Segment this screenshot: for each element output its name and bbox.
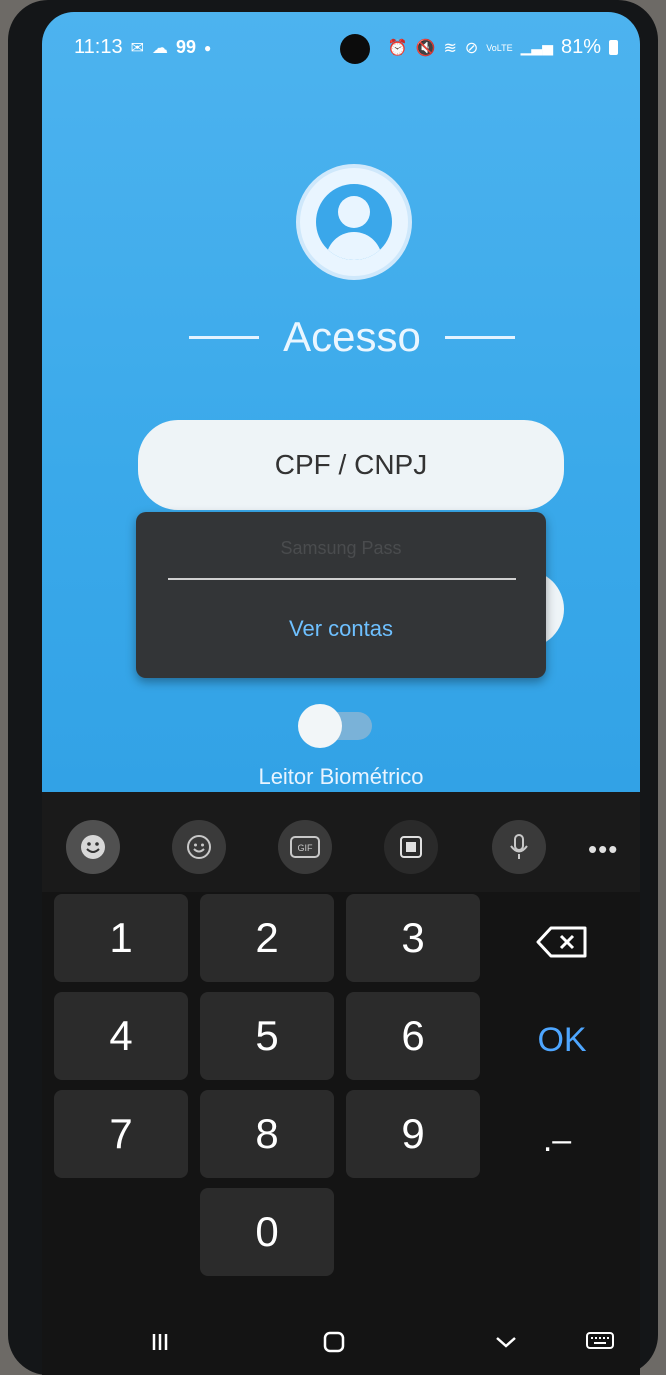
status-extra: 99 xyxy=(175,37,197,57)
keyboard-toolbar xyxy=(42,792,640,892)
key-2[interactable]: 2 xyxy=(200,894,334,982)
status-bar: 11:13 ✉ ☁ 99 ● ⏰ 🔇 ≋ ⊘ VoLTE ▁▃▅ 81% xyxy=(42,12,640,72)
battery-icon xyxy=(609,40,618,55)
key-7[interactable]: 7 xyxy=(54,1090,188,1178)
emoji-icon[interactable] xyxy=(66,820,120,874)
svg-text:GIF: GIF xyxy=(298,843,314,853)
suggestion-divider xyxy=(168,578,516,580)
screen: 11:13 ✉ ☁ 99 ● ⏰ 🔇 ≋ ⊘ VoLTE ▁▃▅ 81% Ace… xyxy=(42,12,640,1375)
lte-label: VoLTE xyxy=(486,42,513,53)
user-avatar-icon xyxy=(296,164,412,280)
key-6[interactable]: 6 xyxy=(346,992,480,1080)
backspace-icon xyxy=(536,926,587,958)
gmail-icon: ✉ xyxy=(130,39,144,57)
dnd-icon: ⊘ xyxy=(464,39,479,57)
gif-icon[interactable]: GIF xyxy=(278,820,332,874)
dot-icon: ● xyxy=(204,40,212,55)
key-1[interactable]: 1 xyxy=(54,894,188,982)
status-time: 11:13 xyxy=(74,36,123,58)
clipboard-icon[interactable] xyxy=(384,820,438,874)
more-options-button[interactable]: ••• xyxy=(588,834,618,865)
divider-left xyxy=(189,335,260,339)
punctuation-key[interactable]: .– xyxy=(524,1110,590,1170)
key-5[interactable]: 5 xyxy=(200,992,334,1080)
recents-icon[interactable] xyxy=(140,1322,180,1362)
suggestion-faded-text: Samsung Pass xyxy=(280,538,402,558)
key-3[interactable]: 3 xyxy=(346,894,480,982)
signal-icon: ▁▃▅ xyxy=(520,39,553,55)
backspace-button[interactable] xyxy=(502,912,622,972)
home-icon[interactable] xyxy=(314,1322,354,1362)
mute-icon: 🔇 xyxy=(415,39,436,57)
biometric-toggle[interactable] xyxy=(296,702,374,750)
back-icon[interactable] xyxy=(486,1322,526,1362)
page-title: Acesso xyxy=(283,313,421,360)
login-screen: 11:13 ✉ ☁ 99 ● ⏰ 🔇 ≋ ⊘ VoLTE ▁▃▅ 81% Ace… xyxy=(42,12,640,792)
key-0[interactable]: 0 xyxy=(200,1188,334,1276)
title-row: Acesso xyxy=(172,307,532,367)
keyboard-switch-icon[interactable] xyxy=(580,1322,620,1362)
front-camera xyxy=(340,34,370,64)
alarm-icon: ⏰ xyxy=(387,39,408,57)
mic-icon[interactable] xyxy=(492,820,546,874)
divider-right xyxy=(444,335,515,339)
key-4[interactable]: 4 xyxy=(54,992,188,1080)
cpf-cnpj-input[interactable]: CPF / CNPJ xyxy=(138,420,564,510)
battery-percent: 81% xyxy=(560,36,601,58)
ver-contas-link[interactable]: Ver contas xyxy=(136,616,546,642)
autofill-suggestion-popup: Samsung Pass Ver contas xyxy=(136,512,546,678)
phone-frame: 11:13 ✉ ☁ 99 ● ⏰ 🔇 ≋ ⊘ VoLTE ▁▃▅ 81% Ace… xyxy=(8,0,658,1375)
key-8[interactable]: 8 xyxy=(200,1090,334,1178)
ok-button[interactable]: OK xyxy=(502,1010,622,1070)
cloud-icon: ☁ xyxy=(151,39,168,57)
cpf-cnpj-placeholder: CPF / CNPJ xyxy=(274,449,428,480)
key-9[interactable]: 9 xyxy=(346,1090,480,1178)
wifi-icon: ≋ xyxy=(443,39,457,57)
toggle-thumb xyxy=(298,704,342,748)
sticker-icon[interactable] xyxy=(172,820,226,874)
biometric-label: Leitor Biométrico xyxy=(258,764,424,789)
